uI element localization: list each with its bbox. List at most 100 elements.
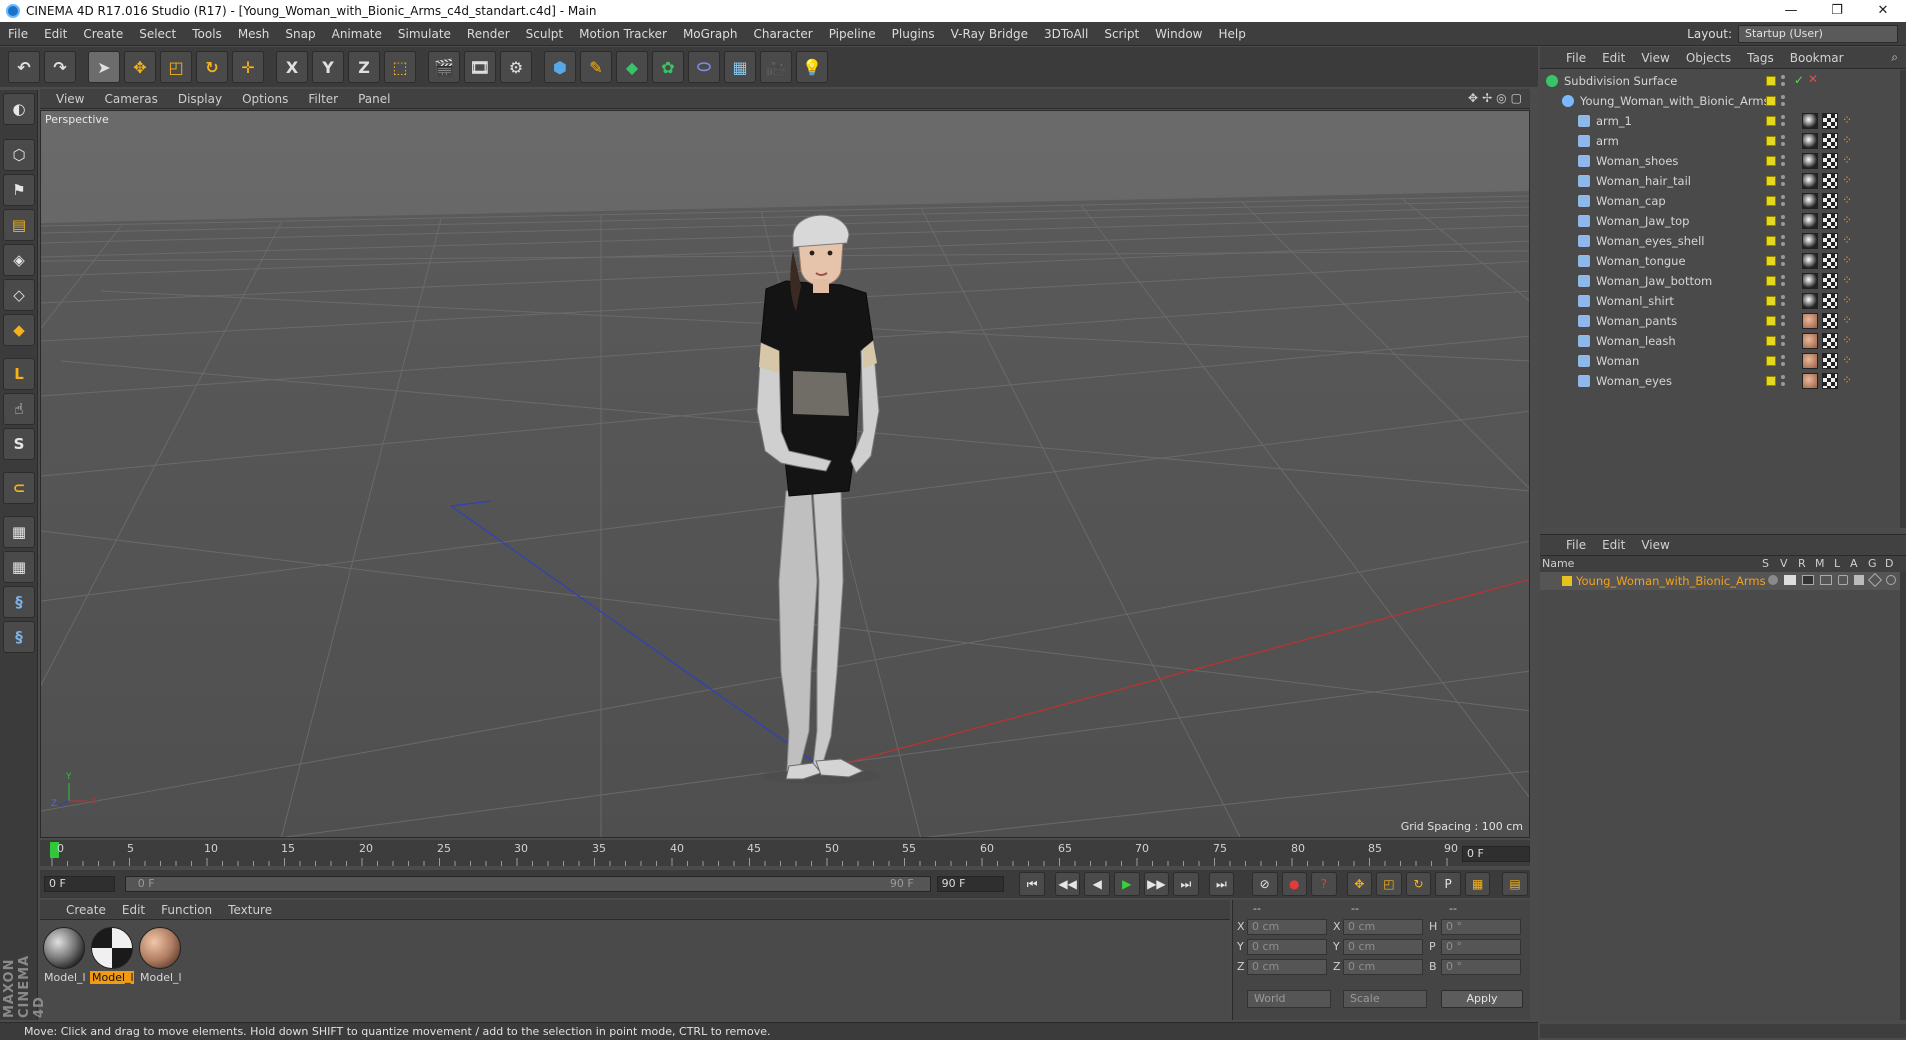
- render-view-icon[interactable]: 🎬: [428, 51, 460, 83]
- uvw-tag-icon[interactable]: ⁘: [1842, 253, 1852, 267]
- spline-pen-icon[interactable]: ✎: [580, 51, 612, 83]
- last-tool-icon[interactable]: ✛: [232, 51, 264, 83]
- texture-tag-icon[interactable]: [1822, 353, 1838, 369]
- uvw-tag-icon[interactable]: ⁘: [1842, 373, 1852, 387]
- points-mode-icon[interactable]: ◈: [3, 244, 35, 276]
- scale-icon[interactable]: ◰: [160, 51, 192, 83]
- python-script-1-icon[interactable]: §: [3, 586, 35, 618]
- layer-lock-icon[interactable]: [1838, 575, 1848, 585]
- object-row[interactable]: Woman_eyes_shell ⁘: [1540, 232, 1900, 251]
- visibility-dots[interactable]: [1780, 274, 1786, 288]
- objects-menu-edit[interactable]: Edit: [1594, 47, 1633, 69]
- rot-p-field[interactable]: 0 °: [1441, 939, 1521, 955]
- phong-tag-icon[interactable]: [1802, 213, 1818, 229]
- current-frame-field[interactable]: 0 F: [44, 876, 115, 892]
- orbit-view-icon[interactable]: ◎: [1496, 91, 1506, 105]
- make-editable-icon[interactable]: ◐: [3, 93, 35, 125]
- object-row[interactable]: Woman_cap ⁘: [1540, 192, 1900, 211]
- model-mode-icon[interactable]: ⬡: [3, 139, 35, 171]
- phong-tag-icon[interactable]: [1802, 353, 1818, 369]
- layer-color-dot[interactable]: [1766, 216, 1776, 226]
- object-row-subdivision-surface[interactable]: Subdivision Surface ✓ ✕: [1540, 72, 1900, 91]
- toggle-view-icon[interactable]: ▢: [1511, 91, 1522, 105]
- visibility-dots[interactable]: [1780, 334, 1786, 348]
- layout-dropdown[interactable]: Startup (User): [1738, 25, 1898, 43]
- uvw-tag-icon[interactable]: ⁘: [1842, 273, 1852, 287]
- restore-button[interactable]: ❐: [1814, 0, 1860, 22]
- menu-select[interactable]: Select: [131, 22, 184, 46]
- layer-color-dot[interactable]: [1766, 136, 1776, 146]
- object-row[interactable]: Woman_Jaw_top ⁘: [1540, 212, 1900, 231]
- menu-simulate[interactable]: Simulate: [390, 22, 459, 46]
- workplane-mode-icon[interactable]: ▤: [3, 209, 35, 241]
- polygons-mode-icon[interactable]: ◆: [3, 314, 35, 346]
- texture-tag-icon[interactable]: [1822, 253, 1838, 269]
- layer-color-dot[interactable]: [1766, 376, 1776, 386]
- key-rotation-icon[interactable]: ↻: [1405, 872, 1432, 896]
- menu-mesh[interactable]: Mesh: [230, 22, 278, 46]
- viewport-menu-cameras[interactable]: Cameras: [94, 89, 167, 109]
- previous-frame-icon[interactable]: ◀: [1084, 872, 1110, 896]
- rot-h-field[interactable]: 0 °: [1441, 919, 1521, 935]
- menu-animate[interactable]: Animate: [324, 22, 390, 46]
- visibility-dots[interactable]: [1780, 374, 1786, 388]
- record-active-objects-icon[interactable]: ●: [1281, 872, 1308, 896]
- object-row[interactable]: Woman_Jaw_bottom ⁘: [1540, 272, 1900, 291]
- texture-tag-icon[interactable]: [1822, 193, 1838, 209]
- timeline-ruler[interactable]: 0 5 10 15 20 25 30 35 40 45 50 55 60 65 …: [40, 840, 1530, 866]
- visibility-dots[interactable]: [1780, 134, 1786, 148]
- motion-record-icon[interactable]: ⊘: [1251, 872, 1278, 896]
- uvw-tag-icon[interactable]: ⁘: [1842, 333, 1852, 347]
- snap-toggle-icon[interactable]: ⊂: [3, 472, 35, 504]
- menu-render[interactable]: Render: [459, 22, 518, 46]
- cube-icon[interactable]: ⬢: [544, 51, 576, 83]
- object-row[interactable]: Woman_eyes ⁘: [1540, 372, 1900, 391]
- uvw-tag-icon[interactable]: ⁘: [1842, 193, 1852, 207]
- x-axis-icon[interactable]: X: [276, 51, 308, 83]
- floor-icon[interactable]: ▦: [724, 51, 756, 83]
- layer-col-render[interactable]: R: [1798, 557, 1806, 570]
- phong-tag-icon[interactable]: [1802, 153, 1818, 169]
- layer-color-dot[interactable]: [1766, 96, 1776, 106]
- key-position-icon[interactable]: ✥: [1346, 872, 1373, 896]
- z-axis-icon[interactable]: Z: [348, 51, 380, 83]
- layer-color-dot[interactable]: [1766, 116, 1776, 126]
- menu-script[interactable]: Script: [1096, 22, 1147, 46]
- edit-render-settings-icon[interactable]: ⚙: [500, 51, 532, 83]
- apply-button[interactable]: Apply: [1441, 990, 1523, 1008]
- visibility-dots[interactable]: [1780, 174, 1786, 188]
- menu-vray-bridge[interactable]: V-Ray Bridge: [943, 22, 1036, 46]
- timeline-window-icon[interactable]: ▤: [1502, 872, 1528, 896]
- layer-deformer-icon[interactable]: [1886, 575, 1896, 585]
- visibility-dots[interactable]: [1780, 154, 1786, 168]
- layer-col-name[interactable]: Name: [1542, 557, 1574, 570]
- material-menu-edit[interactable]: Edit: [114, 900, 153, 920]
- object-row[interactable]: Woman_pants ⁘: [1540, 312, 1900, 331]
- layer-col-manager[interactable]: M: [1815, 557, 1825, 570]
- menu-create[interactable]: Create: [75, 22, 131, 46]
- layer-solo-icon[interactable]: [1768, 575, 1778, 585]
- layer-col-animation[interactable]: A: [1850, 557, 1858, 570]
- layers-menu-view[interactable]: View: [1633, 534, 1677, 556]
- object-row[interactable]: Woman ⁘: [1540, 352, 1900, 371]
- rot-b-field[interactable]: 0 °: [1441, 959, 1521, 975]
- workplane-lock-icon[interactable]: ▦: [3, 516, 35, 548]
- visibility-dots[interactable]: [1780, 294, 1786, 308]
- dolly-view-icon[interactable]: ✢: [1482, 91, 1492, 105]
- menu-snap[interactable]: Snap: [277, 22, 323, 46]
- redo-icon[interactable]: ↷: [44, 51, 76, 83]
- visibility-dots[interactable]: [1780, 234, 1786, 248]
- menu-edit[interactable]: Edit: [36, 22, 75, 46]
- texture-tag-icon[interactable]: [1822, 173, 1838, 189]
- material-swatch[interactable]: Model_l: [138, 927, 182, 984]
- phong-tag-icon[interactable]: [1802, 193, 1818, 209]
- uvw-tag-icon[interactable]: ⁘: [1842, 173, 1852, 187]
- layer-render-icon[interactable]: [1802, 575, 1814, 585]
- viewport-menu-options[interactable]: Options: [232, 89, 298, 109]
- current-frame-display[interactable]: 0 F: [1462, 846, 1530, 862]
- menu-tools[interactable]: Tools: [184, 22, 230, 46]
- layer-view-icon[interactable]: [1784, 575, 1796, 585]
- viewport-menu-display[interactable]: Display: [168, 89, 232, 109]
- menu-mograph[interactable]: MoGraph: [675, 22, 746, 46]
- close-button[interactable]: ✕: [1860, 0, 1906, 22]
